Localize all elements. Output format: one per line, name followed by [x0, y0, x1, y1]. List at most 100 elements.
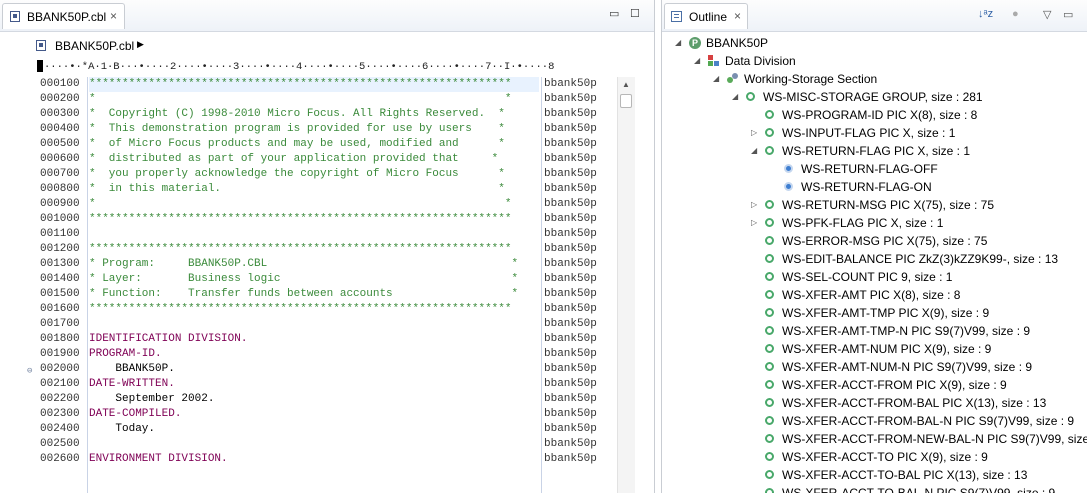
code-text[interactable]: September 2002.	[89, 392, 214, 407]
code-line[interactable]: 001700 bbank50p	[0, 317, 620, 332]
view-menu-icon[interactable]: ▽	[1043, 8, 1051, 21]
sort-alpha-icon[interactable]: ↓ᵃz	[978, 8, 993, 20]
scroll-up-icon[interactable]: ▲	[622, 80, 630, 89]
outline-node-label: WS-XFER-ACCT-TO-BAL PIC X(13), size : 13	[782, 468, 1028, 482]
code-text[interactable]: ****************************************…	[89, 212, 511, 227]
code-line[interactable]: 001200 **********************************…	[0, 242, 620, 257]
code-line[interactable]: 000300 * Copyright (C) 1998-2010 Micro Fo…	[0, 107, 620, 122]
code-text[interactable]: * Function: Transfer funds between accou…	[89, 287, 518, 302]
outline-node-label: WS-EDIT-BALANCE PIC ZkZ(3)kZZ9K99-, size…	[782, 252, 1059, 266]
code-line[interactable]: 002200 September 2002. bbank50p	[0, 392, 620, 407]
code-text[interactable]: BBANK50P.	[89, 362, 174, 377]
sequence-id: bbank50p	[544, 303, 597, 315]
condition-icon	[784, 182, 793, 191]
code-text[interactable]: DATE-WRITTEN.	[89, 377, 175, 392]
collapse-icon[interactable]: ◢	[751, 142, 757, 160]
code-line[interactable]: 002600 ENVIRONMENT DIVISION. bbank50p	[0, 452, 620, 467]
expand-icon[interactable]: ▷	[751, 196, 757, 214]
code-text[interactable]: * distributed as part of your applicatio…	[89, 152, 498, 167]
code-line[interactable]: 000600 * distributed as part of your appl…	[0, 152, 620, 167]
code-text[interactable]: * Program: BBANK50P.CBL *	[89, 257, 518, 272]
code-area[interactable]: 000100 **********************************…	[0, 77, 620, 493]
outline-node-label: WS-RETURN-FLAG PIC X, size : 1	[782, 144, 971, 158]
code-line[interactable]: 000700 * you properly acknowledge the cop…	[0, 167, 620, 182]
chevron-right-icon[interactable]: ▶	[137, 39, 144, 50]
code-text[interactable]: * Layer: Business logic *	[89, 272, 518, 287]
code-text[interactable]: * Copyright (C) 1998-2010 Micro Focus. A…	[89, 107, 505, 122]
code-text[interactable]: * *	[89, 197, 511, 212]
minimize-icon[interactable]: ▭	[609, 7, 619, 20]
code-text[interactable]: Today.	[89, 422, 155, 437]
code-text[interactable]: ****************************************…	[89, 77, 511, 92]
code-text[interactable]: * *	[89, 92, 511, 107]
data-item-icon	[765, 434, 774, 443]
data-item-icon	[765, 218, 774, 227]
code-line[interactable]: 000900 * * bbank50p	[0, 197, 620, 212]
filter-icon[interactable]: ●	[1012, 8, 1019, 20]
code-line[interactable]: 001300 * Program: BBANK50P.CBL * bbank50p	[0, 257, 620, 272]
code-line[interactable]: 001400 * Layer: Business logic * bbank50p	[0, 272, 620, 287]
code-line[interactable]: 002100 DATE-WRITTEN. bbank50p	[0, 377, 620, 392]
data-item-icon	[765, 470, 774, 479]
editor-tab-bbank50p[interactable]: BBANK50P.cbl ×	[2, 3, 125, 29]
collapse-icon[interactable]: ◢	[713, 70, 719, 88]
vertical-scrollbar[interactable]: ▲	[617, 77, 635, 493]
code-line[interactable]: 001500 * Function: Transfer funds between…	[0, 287, 620, 302]
data-item-icon	[765, 236, 774, 245]
code-line[interactable]: 000500 * of Micro Focus products and may …	[0, 137, 620, 152]
sequence-id: bbank50p	[544, 168, 597, 180]
close-icon[interactable]: ×	[734, 9, 741, 23]
code-line[interactable]: 001600 **********************************…	[0, 302, 620, 317]
sequence-id: bbank50p	[544, 183, 597, 195]
code-line[interactable]: 000200 * * bbank50p	[0, 92, 620, 107]
code-line[interactable]: 001900 PROGRAM-ID. bbank50p	[0, 347, 620, 362]
collapse-icon[interactable]: ◢	[675, 34, 681, 52]
code-text[interactable]: PROGRAM-ID.	[89, 347, 162, 362]
code-text[interactable]: * of Micro Focus products and may be use…	[89, 137, 505, 152]
data-item-icon	[765, 380, 774, 389]
code-line[interactable]: 001100 bbank50p	[0, 227, 620, 242]
code-line[interactable]: 002500 bbank50p	[0, 437, 620, 452]
line-number: 000500	[40, 138, 80, 150]
minimize-icon[interactable]: ▭	[1063, 8, 1073, 21]
outline-node-label: WS-XFER-AMT-TMP-N PIC S9(7)V99, size : 9	[782, 324, 1031, 338]
outline-tab[interactable]: Outline ×	[664, 3, 748, 29]
code-line[interactable]: 000100 **********************************…	[0, 77, 620, 92]
code-line[interactable]: 002300 DATE-COMPILED. bbank50p	[0, 407, 620, 422]
storage-section-icon	[727, 73, 739, 85]
collapse-icon[interactable]: ◢	[694, 52, 700, 70]
line-number: 000900	[40, 198, 80, 210]
code-text[interactable]: ****************************************…	[89, 302, 511, 317]
code-line[interactable]: ⊖ 002000 BBANK50P. bbank50p	[0, 362, 620, 377]
code-text[interactable]: DATE-COMPILED.	[89, 407, 181, 422]
data-item-icon	[765, 362, 774, 371]
cobol-file-icon	[36, 40, 46, 51]
code-line[interactable]: 000400 * This demonstration program is pr…	[0, 122, 620, 137]
data-item-icon	[765, 488, 774, 493]
maximize-icon[interactable]: ☐	[630, 7, 640, 20]
code-line[interactable]: 002400 Today. bbank50p	[0, 422, 620, 437]
code-line[interactable]: 001000 **********************************…	[0, 212, 620, 227]
code-text[interactable]: * in this material. *	[89, 182, 505, 197]
close-icon[interactable]: ×	[110, 9, 117, 23]
breadcrumb-file[interactable]: BBANK50P.cbl	[55, 39, 134, 53]
code-text[interactable]: ENVIRONMENT DIVISION.	[89, 452, 228, 467]
expand-icon[interactable]: ▷	[751, 124, 757, 142]
code-text[interactable]: * This demonstration program is provided…	[89, 122, 505, 137]
scroll-thumb[interactable]	[620, 94, 632, 108]
code-line[interactable]: 000800 * in this material. * bbank50p	[0, 182, 620, 197]
code-text[interactable]: ****************************************…	[89, 242, 511, 257]
outline-icon	[671, 11, 682, 22]
code-line[interactable]: 001800 IDENTIFICATION DIVISION. bbank50p	[0, 332, 620, 347]
sequence-id: bbank50p	[544, 333, 597, 345]
line-number: 001300	[40, 258, 80, 270]
sequence-id: bbank50p	[544, 108, 597, 120]
expand-icon[interactable]: ▷	[751, 214, 757, 232]
collapse-icon[interactable]: ◢	[732, 88, 738, 106]
code-text[interactable]: IDENTIFICATION DIVISION.	[89, 332, 247, 347]
sequence-id: bbank50p	[544, 78, 597, 90]
data-item-icon	[765, 326, 774, 335]
sequence-id: bbank50p	[544, 423, 597, 435]
code-text[interactable]: * you properly acknowledge the copyright…	[89, 167, 505, 182]
outline-node-label: WS-XFER-ACCT-FROM-BAL-N PIC S9(7)V99, si…	[782, 414, 1075, 428]
